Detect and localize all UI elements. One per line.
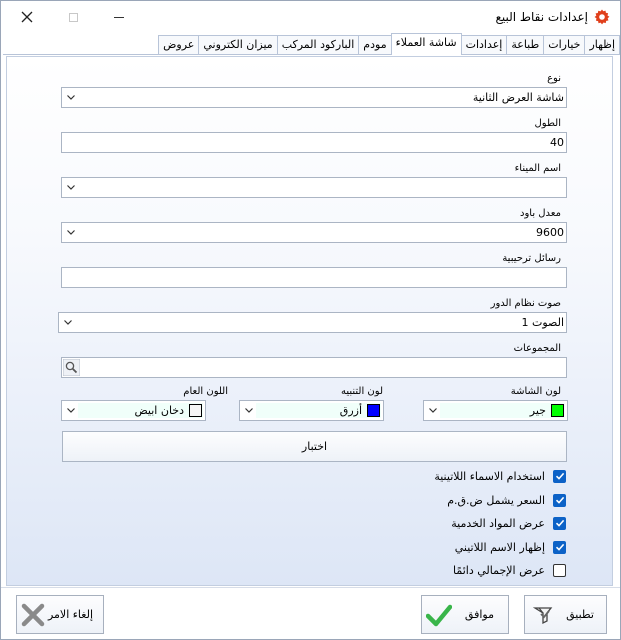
type-label: نوع	[547, 73, 561, 84]
groups-label: المجموعات	[513, 343, 561, 354]
checkbox-label: عرض المواد الخدمية	[451, 516, 545, 530]
color-field-fill	[440, 403, 565, 418]
chevron-down-icon	[67, 408, 75, 413]
color-field-fill	[256, 403, 381, 418]
type-value: شاشة العرض الثانية	[472, 91, 564, 104]
title-bar: إعدادات نقاط البيع	[1, 1, 620, 34]
baud-rate-value: 9600	[536, 226, 564, 239]
groups-input[interactable]	[61, 357, 567, 378]
checkbox-use-latin-names[interactable]: استخدام الاسماء اللاتينية	[434, 468, 566, 484]
tab-settings[interactable]: إعدادات	[460, 35, 508, 54]
chevron-down-icon	[245, 408, 253, 413]
gear-icon	[594, 9, 610, 25]
chevron-down-icon	[67, 230, 75, 235]
tab-customer-display[interactable]: شاشة العملاء	[390, 33, 462, 55]
tab-strip: إظهار خيارات طباعة إعدادات شاشة العملاء …	[3, 33, 620, 55]
general-color-value: دخان ابيض	[134, 404, 184, 417]
close-button[interactable]	[5, 5, 49, 29]
customer-display-panel: نوع شاشة العرض الثانية الطول 40 اسم المي…	[6, 56, 613, 586]
general-color-swatch	[189, 404, 202, 417]
checkbox-box[interactable]	[553, 516, 566, 530]
close-icon	[21, 11, 33, 23]
screen-color-swatch	[551, 404, 564, 417]
ok-label: موافق	[464, 608, 494, 621]
checkbox-box[interactable]	[553, 540, 566, 554]
apply-button[interactable]: تطبيق	[524, 595, 607, 634]
pos-settings-window: إعدادات نقاط البيع إظهار خيارات طباعة إع…	[0, 0, 621, 640]
port-name-dropdown[interactable]	[61, 177, 567, 198]
length-label: الطول	[534, 118, 561, 129]
screen-color-value: جير	[529, 404, 546, 417]
checkbox-label: إظهار الاسم اللاتيني	[454, 540, 545, 554]
check-icon	[555, 519, 564, 527]
chevron-down-icon	[67, 95, 75, 100]
queue-sound-dropdown[interactable]: الصوت 1	[58, 312, 567, 333]
alert-color-value: أزرق	[339, 404, 362, 417]
chevron-down-icon	[429, 408, 437, 413]
alert-color-label: لون التنبيه	[341, 386, 383, 397]
general-color-label: اللون العام	[183, 386, 228, 397]
port-name-label: اسم الميناء	[514, 163, 561, 174]
checkbox-box[interactable]	[553, 493, 566, 507]
baud-rate-dropdown[interactable]: 9600	[61, 222, 567, 243]
checkbox-label: عرض الإجمالي دائمًا	[452, 563, 545, 577]
alert-color-swatch	[367, 404, 380, 417]
screen-color-dropdown[interactable]: جير	[423, 400, 568, 421]
queue-sound-label: صوت نظام الدور	[490, 298, 561, 309]
checkbox-show-latin-name[interactable]: إظهار الاسم اللاتيني	[455, 539, 566, 555]
tab-printing[interactable]: طباعة	[506, 35, 545, 54]
cancel-label: إلغاء الامر	[47, 608, 93, 621]
tab-display[interactable]: إظهار	[584, 35, 620, 54]
general-color-dropdown[interactable]: دخان ابيض	[61, 400, 206, 421]
tab-electronic-scale[interactable]: ميزان الكتروني	[198, 35, 278, 54]
tab-modem[interactable]: مودم	[358, 35, 392, 54]
cancel-button[interactable]: إلغاء الامر	[16, 595, 104, 634]
chevron-down-icon	[67, 185, 75, 190]
checkbox-label: السعر يشمل ض.ق.م	[447, 493, 545, 507]
apply-icon	[533, 607, 553, 625]
welcome-messages-input[interactable]	[61, 267, 567, 288]
queue-sound-value: الصوت 1	[521, 316, 564, 329]
checkbox-price-includes-vat[interactable]: السعر يشمل ض.ق.م	[447, 492, 566, 508]
check-icon	[555, 472, 564, 480]
checkbox-always-show-total[interactable]: عرض الإجمالي دائمًا	[453, 562, 566, 578]
welcome-messages-label: رسائل ترحيبية	[502, 253, 561, 264]
ok-button[interactable]: موافق	[421, 595, 509, 634]
checkbox-show-service-items[interactable]: عرض المواد الخدمية	[451, 515, 566, 531]
tab-options[interactable]: خيارات	[543, 35, 586, 54]
dialog-button-bar: تطبيق موافق إلغاء الامر	[1, 587, 620, 639]
length-input[interactable]: 40	[61, 132, 567, 153]
length-value: 40	[550, 136, 564, 149]
tab-composite-barcode[interactable]: الباركود المركب	[276, 35, 360, 54]
cancel-x-icon	[21, 603, 45, 627]
checkmark-icon	[426, 604, 452, 627]
checkbox-label: استخدام الاسماء اللاتينية	[434, 469, 545, 483]
alert-color-dropdown[interactable]: أزرق	[239, 400, 384, 421]
check-icon	[555, 496, 564, 504]
tab-offers[interactable]: عروض	[158, 35, 200, 54]
screen-color-label: لون الشاشة	[510, 386, 561, 397]
baud-rate-label: معدل باود	[520, 208, 561, 219]
apply-label: تطبيق	[566, 608, 594, 621]
type-dropdown[interactable]: شاشة العرض الثانية	[61, 87, 567, 108]
chevron-down-icon	[64, 320, 72, 325]
check-icon	[555, 543, 564, 551]
test-button[interactable]: اختبار	[62, 431, 567, 462]
minimize-icon	[114, 16, 124, 18]
maximize-button[interactable]	[51, 5, 95, 29]
window-title: إعدادات نقاط البيع	[495, 10, 588, 24]
checkbox-box[interactable]	[553, 563, 566, 577]
search-icon[interactable]	[63, 359, 80, 376]
checkbox-box[interactable]	[553, 469, 566, 483]
maximize-icon	[68, 12, 78, 22]
minimize-button[interactable]	[97, 5, 141, 29]
